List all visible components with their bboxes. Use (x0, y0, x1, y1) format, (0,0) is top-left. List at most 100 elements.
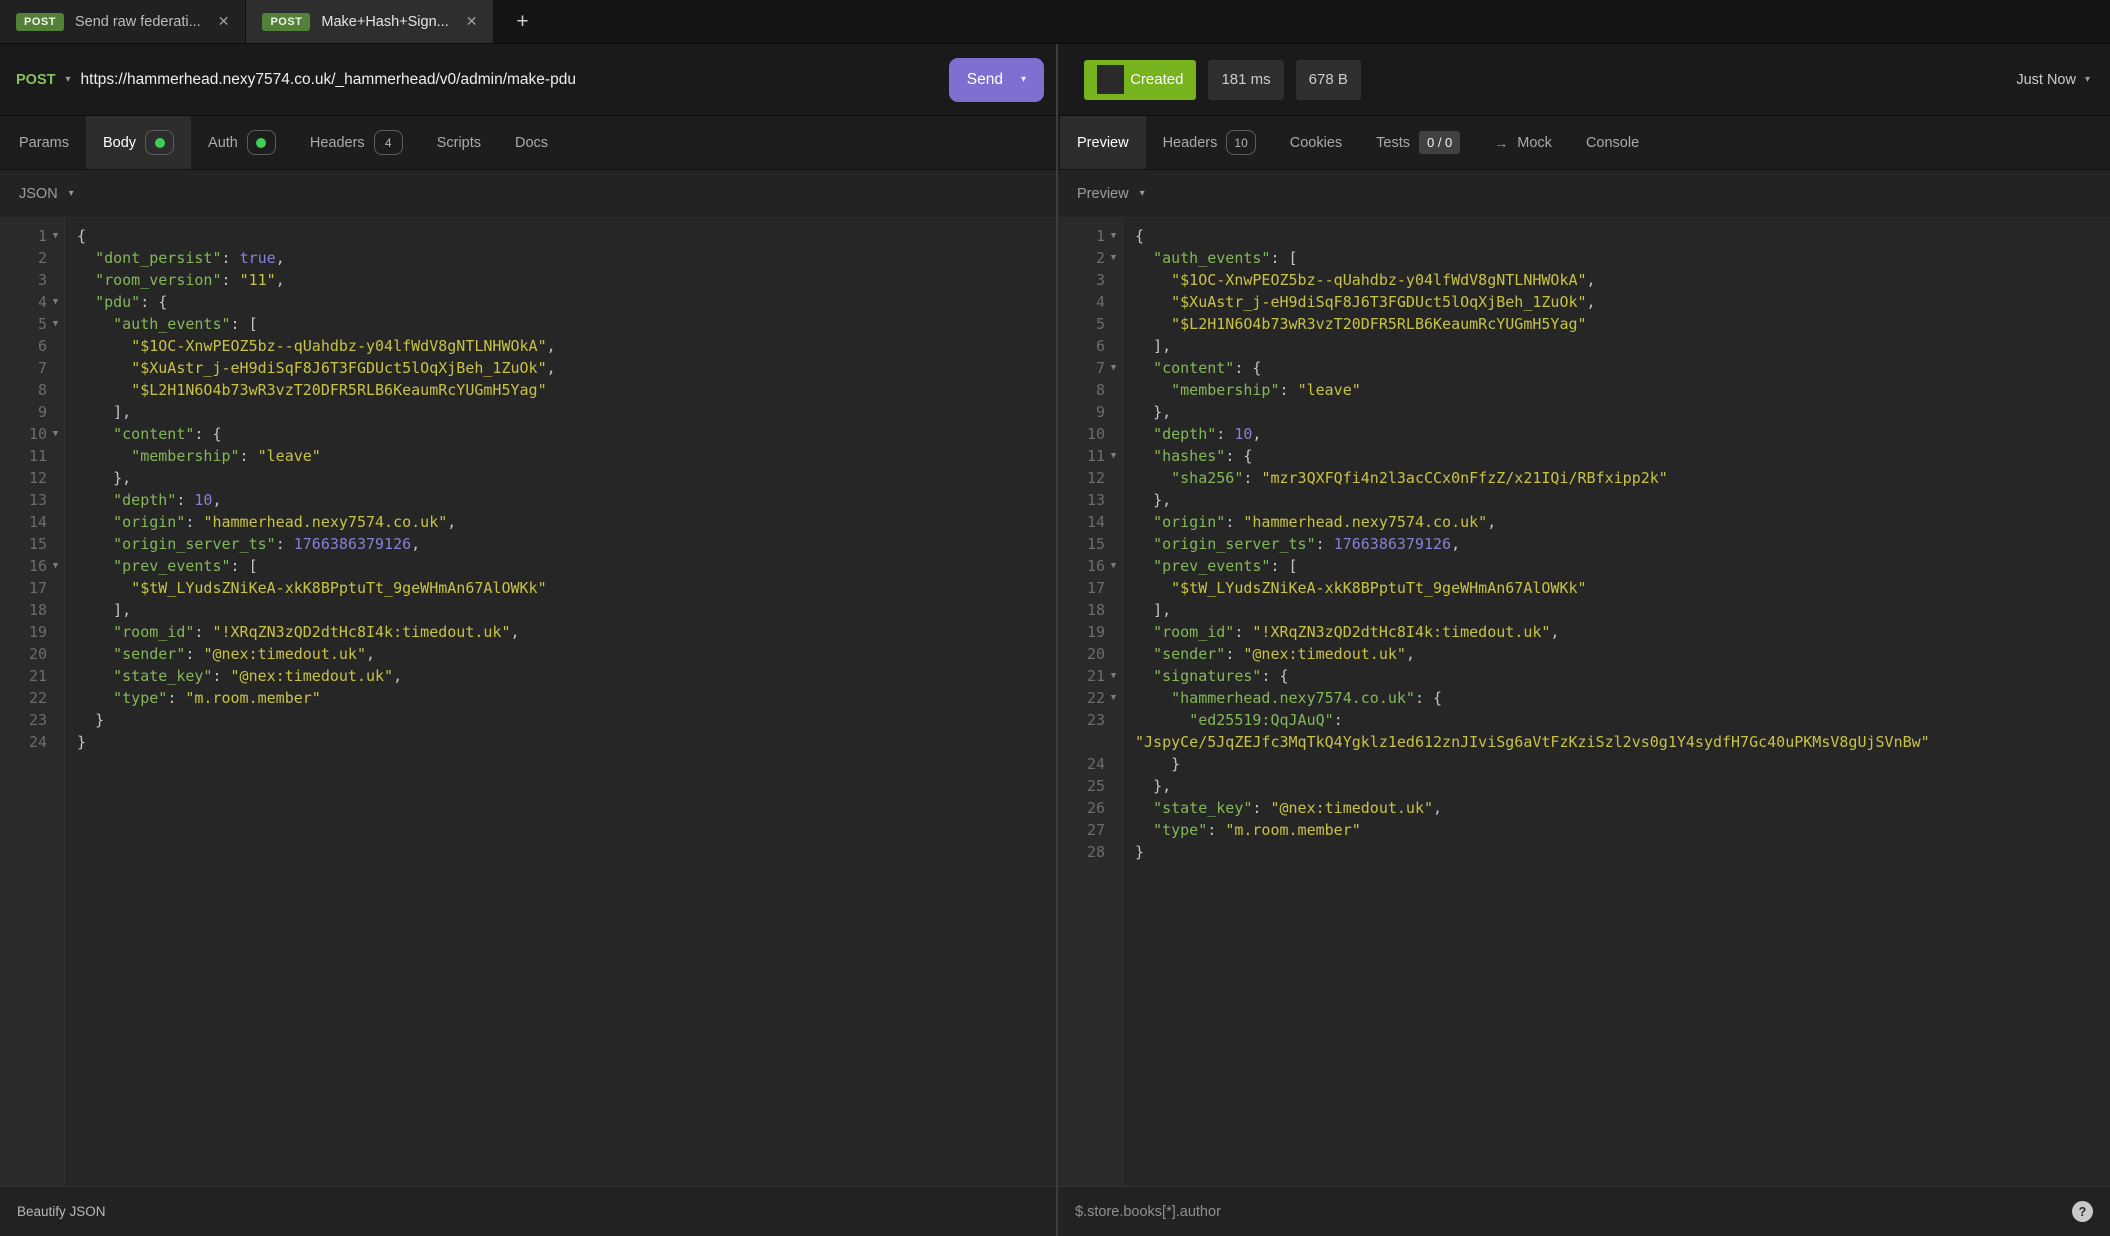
line-gutter: 12 (1058, 467, 1122, 489)
line-number: 13 (1058, 489, 1105, 511)
code-line-text: "prev_events": [ (64, 555, 1056, 577)
code-line-text: ], (64, 401, 1056, 423)
line-number: 20 (1058, 643, 1105, 665)
fold-arrow-icon[interactable]: ▼ (47, 225, 64, 247)
line-gutter: 14 (0, 511, 64, 533)
beautify-json-button[interactable]: Beautify JSON (17, 1204, 106, 1219)
response-filter-input[interactable] (1075, 1204, 2062, 1220)
help-icon[interactable]: ? (2072, 1201, 2093, 1222)
code-line-text: { (64, 225, 1056, 247)
line-number: 6 (1058, 335, 1105, 357)
request-tab[interactable]: POSTSend raw federati...✕ (0, 0, 246, 43)
panel-tab-cookies[interactable]: Cookies (1273, 116, 1359, 169)
fold-spacer (1105, 819, 1122, 841)
panel-tab-headers[interactable]: Headers10 (1146, 116, 1273, 169)
code-line-text: "$tW_LYudsZNiKeA-xkK8BPptuTt_9geWHmAn67A… (1122, 577, 2110, 599)
close-tab-icon[interactable]: ✕ (466, 13, 478, 30)
line-gutter: 22▼ (1058, 687, 1122, 709)
line-number: 17 (1058, 577, 1105, 599)
code-line: 14 "origin": "hammerhead.nexy7574.co.uk"… (1058, 511, 2110, 533)
fold-spacer (47, 533, 64, 555)
panel-tab-headers[interactable]: Headers4 (293, 116, 420, 169)
close-tab-icon[interactable]: ✕ (218, 13, 230, 30)
code-line-text: "state_key": "@nex:timedout.uk", (64, 665, 1056, 687)
fold-spacer (1105, 577, 1122, 599)
line-number: 22 (1058, 687, 1105, 709)
tests-score-badge: 0 / 0 (1419, 131, 1460, 154)
code-line: 11▼ "hashes": { (1058, 445, 2110, 467)
panel-tab-tests[interactable]: Tests0 / 0 (1359, 116, 1477, 169)
code-line: 6 ], (1058, 335, 2110, 357)
response-footer: ? (1058, 1186, 2110, 1236)
preview-mode-select[interactable]: Preview ▾ (1058, 170, 2110, 218)
method-label[interactable]: POST (16, 72, 55, 88)
code-line: 19 "room_id": "!XRqZN3zQD2dtHc8I4k:timed… (1058, 621, 2110, 643)
line-gutter: 16▼ (0, 555, 64, 577)
panel-tab-auth[interactable]: Auth (191, 116, 293, 169)
fold-spacer (1105, 423, 1122, 445)
fold-arrow-icon[interactable]: ▼ (1105, 225, 1122, 247)
panel-tab-docs[interactable]: Docs (498, 116, 565, 169)
fold-arrow-icon[interactable]: ▼ (1105, 665, 1122, 687)
fold-arrow-icon[interactable]: ▼ (47, 555, 64, 577)
line-gutter: 20 (1058, 643, 1122, 665)
fold-arrow-icon[interactable]: ▼ (47, 313, 64, 335)
code-line: 17 "$tW_LYudsZNiKeA-xkK8BPptuTt_9geWHmAn… (0, 577, 1056, 599)
line-gutter: 23 (1058, 709, 1122, 753)
code-line: 13 }, (1058, 489, 2110, 511)
code-line: 2▼ "auth_events": [ (1058, 247, 2110, 269)
fold-arrow-icon[interactable]: ▼ (1105, 247, 1122, 269)
fold-arrow-icon[interactable]: ▼ (47, 423, 64, 445)
code-line-text: "$XuAstr_j-eH9diSqF8J6T3FGDUct5lOqXjBeh_… (64, 357, 1056, 379)
code-line: 7 "$XuAstr_j-eH9diSqF8J6T3FGDUct5lOqXjBe… (0, 357, 1056, 379)
body-type-select[interactable]: JSON ▾ (0, 170, 1056, 218)
response-preview-editor[interactable]: 1▼{2▼ "auth_events": [3 "$1OC-XnwPEOZ5bz… (1058, 218, 2110, 1186)
code-line-text: "membership": "leave" (1122, 379, 2110, 401)
request-tab[interactable]: POSTMake+Hash+Sign...✕ (246, 0, 494, 43)
fold-spacer (47, 335, 64, 357)
fold-spacer (47, 599, 64, 621)
line-number: 11 (0, 445, 47, 467)
panel-tab-body[interactable]: Body (86, 116, 191, 169)
url-input[interactable]: https://hammerhead.nexy7574.co.uk/_hamme… (81, 71, 939, 89)
fold-arrow-icon[interactable]: ▼ (1105, 555, 1122, 577)
line-gutter: 19 (0, 621, 64, 643)
response-history-dropdown[interactable]: Just Now ▾ (2016, 72, 2090, 88)
line-number: 14 (0, 511, 47, 533)
fold-spacer (1105, 797, 1122, 819)
send-button[interactable]: Send ▾ (949, 58, 1044, 102)
panel-tab-mock[interactable]: →Mock (1477, 116, 1569, 169)
code-line-text: "sender": "@nex:timedout.uk", (1122, 643, 2110, 665)
panel-tab-label: Preview (1077, 135, 1129, 151)
line-number: 9 (1058, 401, 1105, 423)
line-number: 21 (0, 665, 47, 687)
panel-tab-console[interactable]: Console (1569, 116, 1656, 169)
response-panel: 201 Created 181 ms 678 B Just Now ▾ Prev… (1058, 44, 2110, 1236)
response-meta-bar: 201 Created 181 ms 678 B Just Now ▾ (1058, 44, 2110, 116)
code-line-text: "pdu": { (64, 291, 1056, 313)
line-number: 13 (0, 489, 47, 511)
line-gutter: 4▼ (0, 291, 64, 313)
fold-arrow-icon[interactable]: ▼ (47, 291, 64, 313)
code-line: 21▼ "signatures": { (1058, 665, 2110, 687)
fold-spacer (1105, 489, 1122, 511)
code-line-text: "room_id": "!XRqZN3zQD2dtHc8I4k:timedout… (1122, 621, 2110, 643)
fold-arrow-icon[interactable]: ▼ (1105, 357, 1122, 379)
panel-tab-params[interactable]: Params (2, 116, 86, 169)
panel-tab-label: Auth (208, 135, 238, 151)
response-time-badge: 181 ms (1208, 60, 1283, 100)
fold-arrow-icon[interactable]: ▼ (1105, 445, 1122, 467)
fold-spacer (1105, 313, 1122, 335)
send-options-caret-icon[interactable]: ▾ (1021, 74, 1026, 85)
request-body-editor[interactable]: 1▼{2 "dont_persist": true,3 "room_versio… (0, 218, 1056, 1186)
code-line-text: "auth_events": [ (64, 313, 1056, 335)
method-dropdown-caret-icon[interactable]: ▾ (65, 74, 70, 85)
new-tab-button[interactable]: + (494, 0, 550, 43)
code-line: 6 "$1OC-XnwPEOZ5bz--qUahdbz-y04lfWdV8gNT… (0, 335, 1056, 357)
panel-tab-scripts[interactable]: Scripts (420, 116, 498, 169)
line-number: 2 (0, 247, 47, 269)
code-line: 4 "$XuAstr_j-eH9diSqF8J6T3FGDUct5lOqXjBe… (1058, 291, 2110, 313)
panel-tab-preview[interactable]: Preview (1060, 116, 1146, 169)
fold-arrow-icon[interactable]: ▼ (1105, 687, 1122, 709)
line-number: 23 (0, 709, 47, 731)
